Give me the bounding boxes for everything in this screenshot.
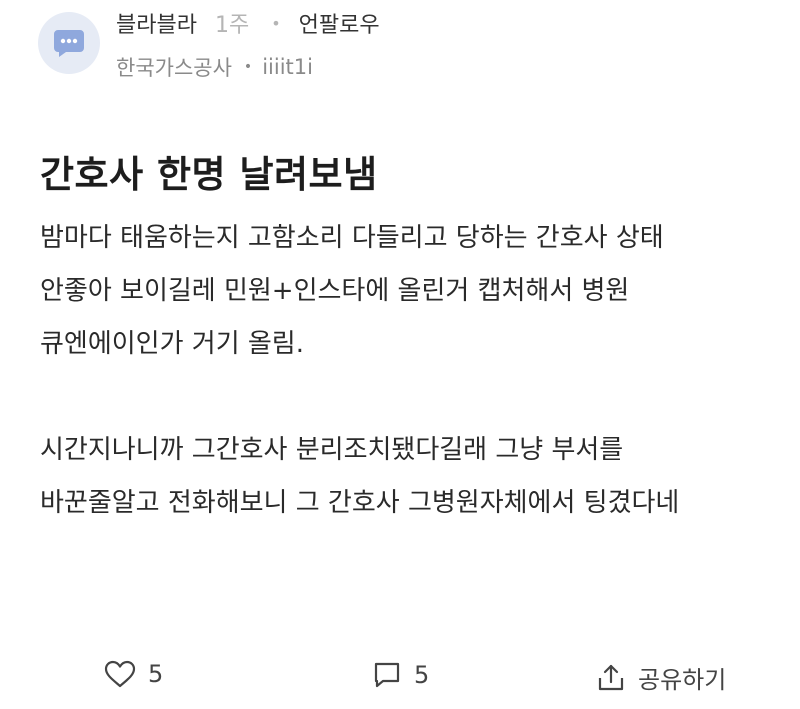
comment-button[interactable]: 5: [372, 660, 429, 690]
post-page: 블라블라 1주 • 언팔로우 한국가스공사 • iiiit1i 간호사 한명 날…: [0, 0, 800, 709]
comment-icon: [374, 662, 400, 688]
heart-icon: [104, 660, 136, 688]
separator-dot: •: [243, 59, 253, 75]
body-line: 큐엔에이인가 거기 올림.: [40, 329, 304, 359]
paragraph: 밤마다 태움하는지 고함소리 다들리고 당하는 간호사 상태 안좋아 보이길레 …: [40, 212, 780, 371]
author-row: 블라블라 1주 • 언팔로우: [116, 8, 380, 38]
share-label: 공유하기: [638, 666, 727, 694]
like-count: 5: [148, 660, 164, 688]
post-time: 1주: [214, 13, 250, 38]
author-name[interactable]: 블라블라: [116, 7, 197, 39]
unfollow-button[interactable]: 언팔로우: [299, 7, 380, 39]
share-button[interactable]: 공유하기: [596, 660, 726, 695]
company-row: 한국가스공사 • iiiit1i: [116, 52, 380, 82]
user-id: iiiit1i: [262, 55, 313, 79]
body-line: 시간지나니까 그간호사 분리조치됐다길래 그냥 부서를: [40, 435, 624, 465]
company-name[interactable]: 한국가스공사: [116, 52, 232, 82]
post-meta: 블라블라 1주 • 언팔로우 한국가스공사 • iiiit1i: [116, 8, 380, 82]
share-icon: [598, 664, 624, 690]
separator-dot: •: [271, 13, 281, 33]
post-title: 간호사 한명 날려보냄: [40, 153, 378, 196]
comment-count: 5: [414, 661, 430, 689]
chat-bubble-icon: [54, 30, 84, 57]
body-line: 안좋아 보이길레 민원+인스타에 올린거 캡처해서 병원: [40, 276, 630, 306]
body-line: 바꾼줄알고 전화해보니 그 간호사 그병원자체에서 팅겼다네: [40, 488, 680, 518]
post-body: 밤마다 태움하는지 고함소리 다들리고 당하는 간호사 상태 안좋아 보이길레 …: [40, 212, 780, 530]
action-bar: 5 5 공유하기: [0, 660, 800, 700]
body-line: 밤마다 태움하는지 고함소리 다들리고 당하는 간호사 상태: [40, 223, 664, 253]
post-header: 블라블라 1주 • 언팔로우 한국가스공사 • iiiit1i: [38, 8, 380, 82]
like-button[interactable]: 5: [104, 660, 163, 688]
paragraph: 시간지나니까 그간호사 분리조치됐다길래 그냥 부서를 바꾼줄알고 전화해보니 …: [40, 424, 780, 530]
avatar[interactable]: [38, 12, 100, 74]
